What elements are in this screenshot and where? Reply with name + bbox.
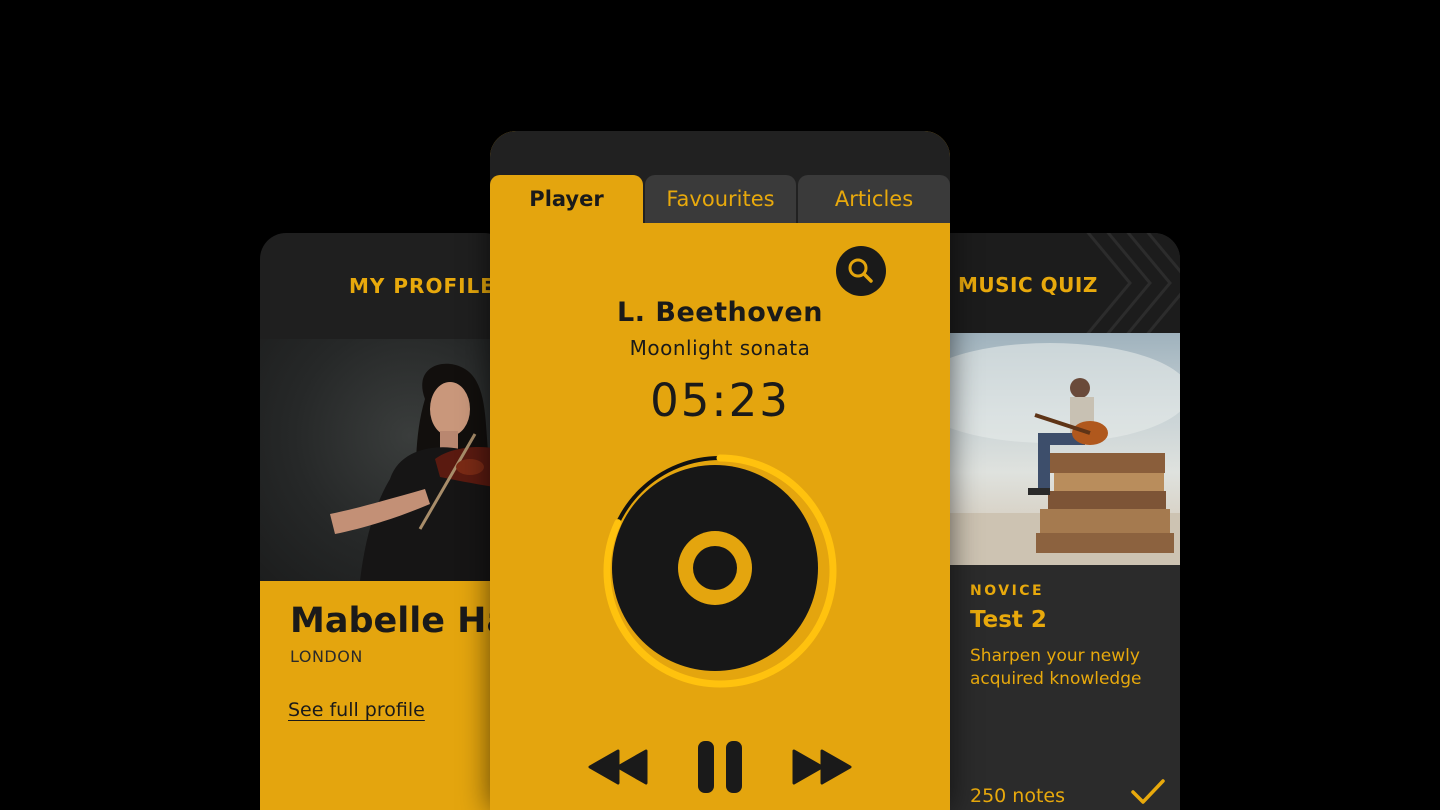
player-top-bar	[490, 131, 950, 175]
checkmark-icon	[1131, 779, 1165, 804]
rewind-icon[interactable]	[586, 747, 650, 787]
profile-name: Mabelle Hale	[290, 601, 510, 641]
quiz-notes: 250 notes	[970, 785, 1066, 807]
playback-controls	[490, 735, 950, 795]
see-full-profile-link[interactable]: See full profile	[288, 699, 425, 721]
player-card: Player Favourites Articles L. Beethoven …	[490, 131, 950, 810]
quiz-card-title: MUSIC QUIZ	[958, 273, 1098, 297]
search-button[interactable]	[836, 246, 886, 296]
profile-info: Mabelle Hale LONDON See full profile	[260, 581, 510, 810]
tab-player[interactable]: Player	[490, 175, 643, 223]
profile-city: LONDON	[290, 647, 363, 666]
fast-forward-icon[interactable]	[790, 747, 854, 787]
quiz-card: MUSIC QUIZ NOVICE Test 2 Sharpen your ne…	[930, 233, 1180, 810]
quiz-description: Sharpen your newly acquired knowledge	[970, 646, 1142, 689]
search-icon	[848, 258, 873, 283]
player-tabs: Player Favourites Articles	[490, 175, 950, 223]
tab-favourites[interactable]: Favourites	[645, 175, 796, 223]
track-title: Moonlight sonata	[629, 336, 811, 360]
disc-progress[interactable]	[600, 451, 840, 691]
guitarist-photo	[930, 333, 1180, 565]
quiz-level: NOVICE	[970, 583, 1045, 599]
pause-icon[interactable]	[695, 739, 745, 795]
quiz-title: Test 2	[970, 607, 1047, 633]
violinist-photo	[260, 339, 510, 581]
quiz-card-header: MUSIC QUIZ	[930, 233, 1180, 333]
profile-card-title: MY PROFILE	[349, 274, 495, 298]
artist-name: L. Beethoven	[617, 297, 823, 328]
profile-card: MY PROFILE Mabelle Hale LONDON See full …	[260, 233, 510, 810]
tab-articles[interactable]: Articles	[798, 175, 950, 223]
disc-hole	[693, 546, 737, 590]
profile-card-header: MY PROFILE	[260, 233, 510, 339]
track-time: 05:23	[650, 374, 790, 427]
